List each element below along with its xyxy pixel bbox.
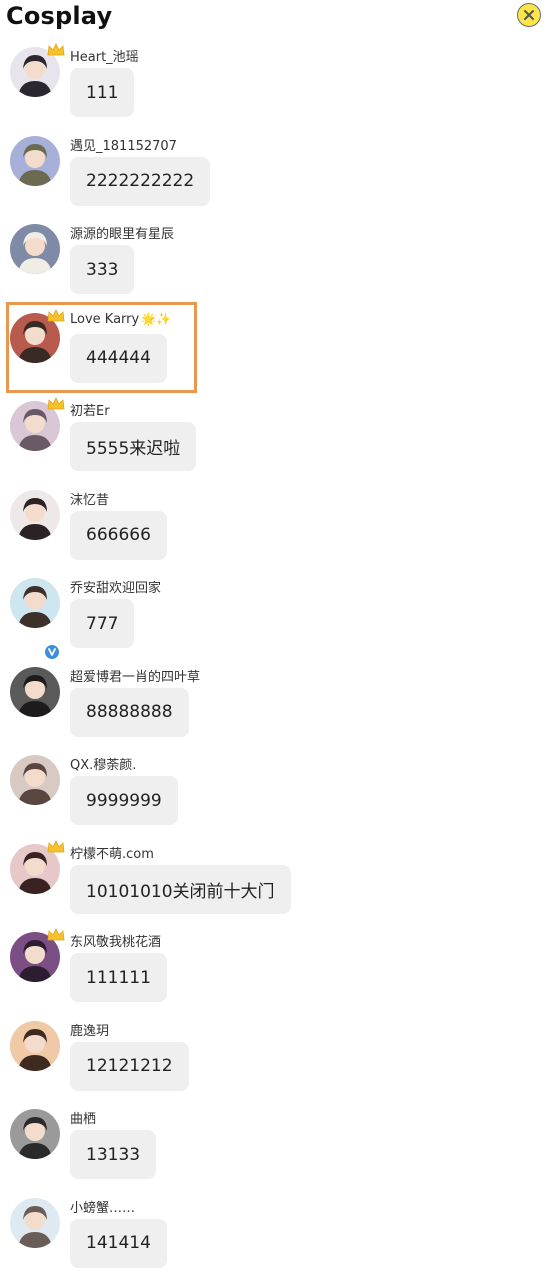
username[interactable]: 鹿逸玥 bbox=[70, 1020, 109, 1039]
username-text: 超爱博君一肖的四叶草 bbox=[70, 669, 201, 685]
username-text: QX.穆荼颜. bbox=[70, 758, 137, 773]
message-row: 沫忆昔 666666 bbox=[0, 483, 551, 572]
crown-icon bbox=[46, 396, 66, 412]
username-text: 柠檬不萌.com bbox=[70, 846, 154, 862]
username-text: 曲栖 bbox=[70, 1112, 97, 1127]
avatar[interactable] bbox=[10, 755, 60, 805]
message-row: 柠檬不萌.com 10101010关闭前十大门 bbox=[0, 837, 551, 926]
close-button[interactable] bbox=[517, 3, 541, 27]
username[interactable]: 柠檬不萌.com bbox=[70, 843, 154, 862]
username-suffix: 🌟✨ bbox=[141, 311, 172, 326]
username-text: 初若Er bbox=[70, 404, 110, 419]
message-bubble[interactable]: 333 bbox=[70, 245, 135, 294]
crown-icon bbox=[46, 42, 66, 58]
username-text: 鹿逸玥 bbox=[70, 1023, 110, 1039]
username[interactable]: 超爱博君一肖的四叶草 bbox=[70, 666, 200, 685]
username[interactable]: 东风敬我桃花酒 bbox=[70, 931, 161, 950]
message-bubble[interactable]: 9999999 bbox=[70, 776, 178, 825]
username-text: 小螃蟹…… bbox=[70, 1200, 136, 1216]
message-row: 鹿逸玥 12121212 bbox=[0, 1014, 551, 1103]
message-row: Love Karry 🌟✨ 444444 bbox=[0, 306, 551, 395]
username[interactable]: 遇见_181152707 bbox=[70, 135, 177, 154]
verified-badge-icon bbox=[43, 643, 61, 661]
username[interactable]: 曲栖 bbox=[70, 1108, 96, 1127]
message-bubble[interactable]: 13133 bbox=[70, 1130, 157, 1179]
message-bubble[interactable]: 444444 bbox=[70, 333, 167, 383]
message-row: 超爱博君一肖的四叶草 88888888 bbox=[0, 660, 551, 749]
message-row: 小螃蟹…… 141414 bbox=[0, 1191, 551, 1280]
avatar[interactable] bbox=[10, 578, 60, 628]
message-bubble[interactable]: 12121212 bbox=[70, 1041, 189, 1091]
username-text: 源源的眼里有星辰 bbox=[70, 227, 175, 242]
avatar[interactable] bbox=[10, 666, 60, 717]
crown-icon bbox=[46, 839, 66, 855]
username-text: Heart_池瑶 bbox=[70, 50, 139, 65]
message-row: 东风敬我桃花酒 111111 bbox=[0, 925, 551, 1014]
message-row: 遇见_181152707 2222222222 bbox=[0, 129, 551, 218]
username[interactable]: Love Karry 🌟✨ bbox=[70, 312, 171, 327]
username-text: 沫忆昔 bbox=[70, 492, 110, 508]
message-row: 初若Er 5555来迟啦 bbox=[0, 394, 551, 483]
username[interactable]: 源源的眼里有星辰 bbox=[70, 223, 174, 242]
header: Cosplay bbox=[0, 0, 551, 36]
message-bubble[interactable]: 5555来迟啦 bbox=[70, 422, 197, 471]
username[interactable]: 小螃蟹…… bbox=[70, 1197, 135, 1216]
message-row: 源源的眼里有星辰 333 bbox=[0, 217, 551, 306]
message-bubble[interactable]: 141414 bbox=[70, 1218, 167, 1268]
crown-icon bbox=[46, 308, 66, 324]
username[interactable]: 沫忆昔 bbox=[70, 489, 109, 508]
username-text: 遇见_181152707 bbox=[70, 138, 177, 154]
avatar[interactable] bbox=[10, 489, 60, 540]
username[interactable]: 乔安甜欢迎回家 bbox=[70, 577, 161, 596]
message-bubble[interactable]: 666666 bbox=[70, 510, 167, 560]
page-title: Cosplay bbox=[6, 2, 113, 30]
message-bubble[interactable]: 10101010关闭前十大门 bbox=[70, 864, 291, 914]
message-bubble[interactable]: 777 bbox=[70, 599, 135, 648]
username-text: Love Karry bbox=[70, 311, 140, 327]
message-row: 曲栖 13133 bbox=[0, 1102, 551, 1191]
message-bubble[interactable]: 111 bbox=[70, 68, 135, 117]
message-bubble[interactable]: 2222222222 bbox=[70, 156, 211, 206]
username[interactable]: 初若Er bbox=[70, 400, 110, 419]
username[interactable]: QX.穆荼颜. bbox=[70, 754, 136, 773]
avatar[interactable] bbox=[10, 1197, 60, 1248]
avatar[interactable] bbox=[10, 224, 60, 274]
username-text: 东风敬我桃花酒 bbox=[70, 935, 162, 950]
crown-icon bbox=[46, 927, 66, 943]
message-row: 乔安甜欢迎回家 777 bbox=[0, 571, 551, 661]
username-text: 乔安甜欢迎回家 bbox=[70, 581, 162, 596]
close-icon[interactable] bbox=[522, 8, 536, 22]
message-bubble[interactable]: 111111 bbox=[70, 953, 167, 1002]
avatar[interactable] bbox=[10, 1109, 60, 1159]
avatar[interactable] bbox=[10, 135, 60, 186]
message-row: QX.穆荼颜. 9999999 bbox=[0, 748, 551, 837]
avatar[interactable] bbox=[10, 1020, 60, 1071]
message-row: Heart_池瑶 111 bbox=[0, 40, 551, 129]
message-list[interactable]: Heart_池瑶 111 遇见_181152707 2222222222 源源的眼里有星… bbox=[0, 40, 551, 1279]
username[interactable]: Heart_池瑶 bbox=[70, 46, 139, 65]
message-bubble[interactable]: 88888888 bbox=[70, 687, 189, 737]
